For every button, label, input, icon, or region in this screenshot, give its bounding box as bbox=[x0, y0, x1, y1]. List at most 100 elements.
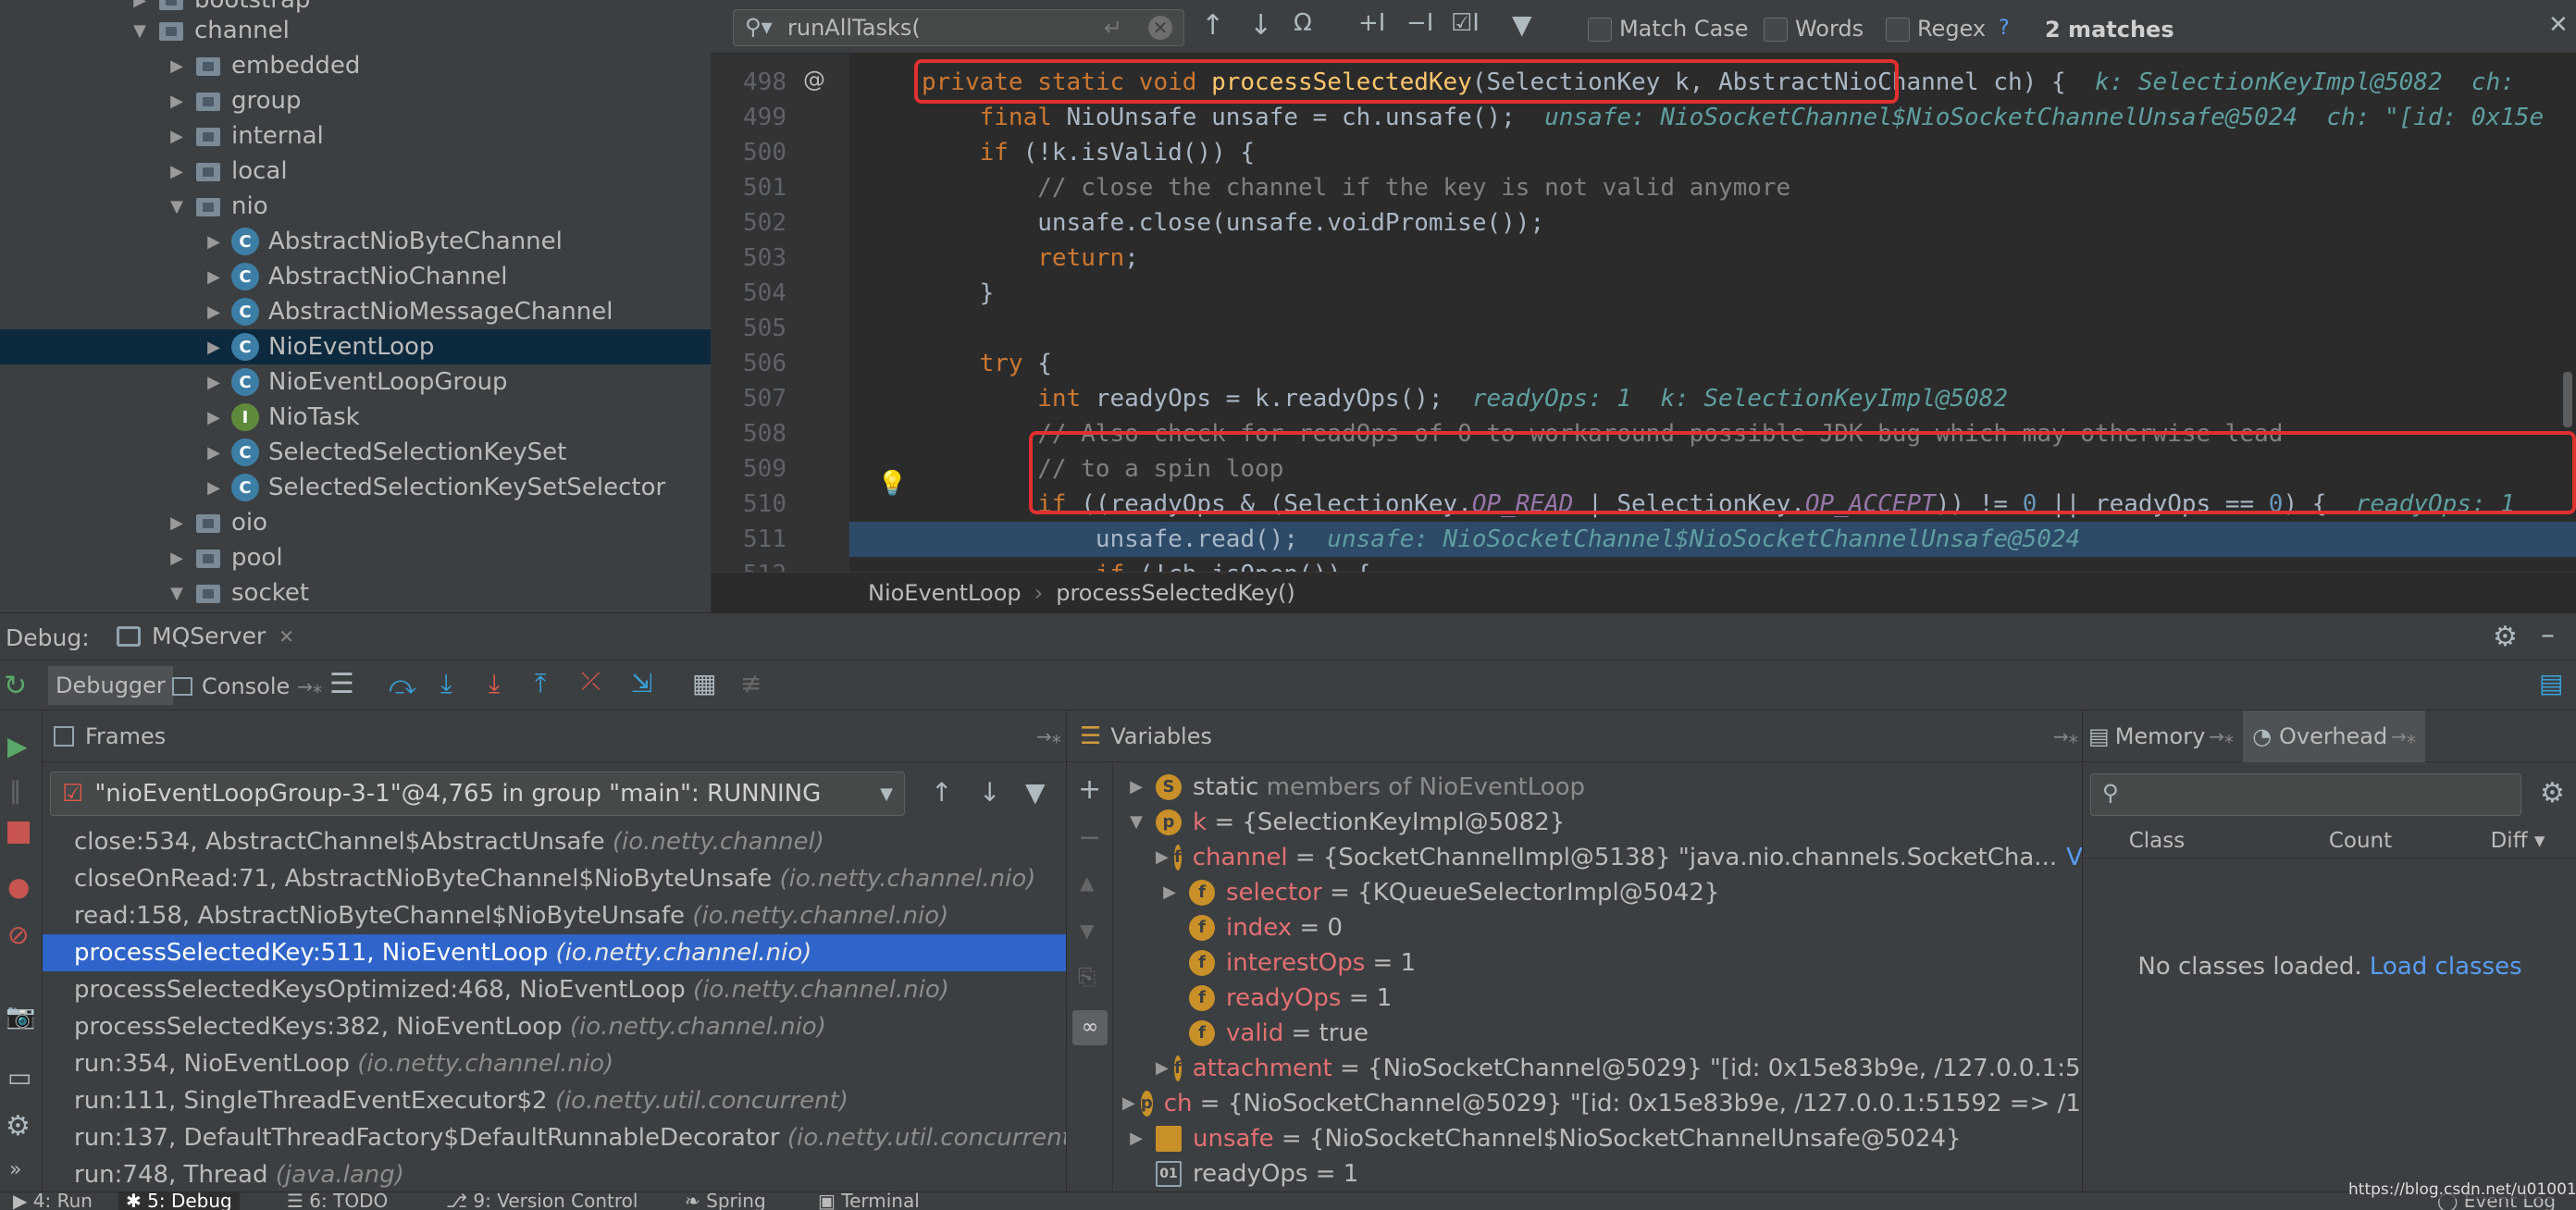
step-into-icon[interactable]: ⤓ bbox=[489, 668, 500, 699]
breadcrumb-method[interactable]: processSelectedKey() bbox=[1056, 580, 1295, 606]
evaluate-expression-icon[interactable]: ▦ bbox=[692, 668, 716, 698]
variable-row-valid[interactable]: f valid = true bbox=[1156, 1016, 2083, 1051]
run-to-cursor-icon[interactable]: ⇲ bbox=[631, 668, 652, 698]
frame-row[interactable]: run:137, DefaultThreadFactory$DefaultRun… bbox=[43, 1119, 1081, 1156]
settings-gear-icon[interactable]: ⚙ bbox=[2493, 621, 2518, 653]
code-editor[interactable]: ⚲▾ runAllTasks( ↵ ✕ ↑ ↓ Ω +I −I ☑I ▼ Mat… bbox=[711, 0, 2576, 612]
remove-watch-icon[interactable]: − bbox=[1078, 821, 1101, 854]
frame-row[interactable]: read:158, AbstractNioByteChannel$NioByte… bbox=[43, 897, 1066, 934]
show-watches-icon[interactable]: ∞ bbox=[1072, 1010, 1108, 1045]
chevron-right-icon[interactable]: ▶ bbox=[130, 0, 150, 10]
chevron-right-icon[interactable]: ▶ bbox=[204, 338, 224, 357]
spring-tab[interactable]: ❧ Spring bbox=[685, 1192, 766, 1210]
step-out-icon[interactable]: ⤫ bbox=[581, 668, 601, 697]
frame-row[interactable]: run:111, SingleThreadEventExecutor$2 (io… bbox=[43, 1082, 1066, 1119]
tree-item-channel[interactable]: ▼ channel bbox=[0, 13, 290, 48]
chevron-down-icon[interactable]: ▼ bbox=[1122, 805, 1150, 840]
variable-row-readyops[interactable]: f readyOps = 1 bbox=[1156, 981, 2083, 1016]
tree-item-group[interactable]: ▶ group bbox=[0, 83, 301, 118]
show-execution-point-icon[interactable]: ⤼ bbox=[389, 670, 416, 701]
chevron-right-icon[interactable]: ▶ bbox=[204, 478, 224, 498]
thread-selector[interactable]: ☑ "nioEventLoopGroup-3-1"@4,765 in group… bbox=[50, 772, 905, 816]
tree-item-pool[interactable]: ▶ pool bbox=[0, 540, 282, 575]
chevron-right-icon[interactable]: ▶ bbox=[167, 56, 187, 76]
tree-item-selectedselectionkeysetselector[interactable]: ▶ C SelectedSelectionKeySetSelector bbox=[0, 470, 665, 505]
tree-item-socket[interactable]: ▼ socket bbox=[0, 575, 309, 611]
chevron-right-icon[interactable]: ▶ bbox=[167, 549, 187, 568]
chevron-right-icon[interactable]: ▶ bbox=[1122, 1121, 1150, 1156]
tree-item-local[interactable]: ▶ local bbox=[0, 154, 288, 189]
pause-icon[interactable]: ‖ bbox=[9, 777, 21, 805]
chevron-right-icon[interactable]: ▶ bbox=[167, 127, 187, 146]
variable-row-static[interactable]: ▶ Sstatic members of NioEventLoop bbox=[1122, 770, 2083, 805]
editor-scrollbar[interactable] bbox=[2563, 372, 2572, 427]
variable-row-ch[interactable]: ▶ p ch = {NioSocketChannel@5029} "[id: 0x1… bbox=[1122, 1086, 2165, 1121]
chevron-right-icon[interactable]: ▶ bbox=[204, 267, 224, 287]
chevron-right-icon[interactable]: ▶ bbox=[204, 408, 224, 427]
tree-item-nioeventloopgroup[interactable]: ▶ C NioEventLoopGroup bbox=[0, 364, 508, 400]
variable-row-channel[interactable]: ▶ f channel = {SocketChannelImpl@5138} "ja… bbox=[1156, 840, 2124, 875]
frame-row[interactable]: closeOnRead:71, AbstractNioByteChannel$N… bbox=[43, 860, 1066, 897]
minimize-icon[interactable]: – bbox=[2541, 619, 2555, 651]
chevron-right-icon[interactable]: ▶ bbox=[1156, 1051, 1169, 1086]
col-class[interactable]: Class bbox=[2111, 829, 2203, 853]
mute-breakpoints-icon[interactable]: ⊘ bbox=[7, 920, 29, 950]
todo-tab[interactable]: ☰ 6: TODO bbox=[287, 1192, 388, 1210]
terminal-tab[interactable]: ▣ Terminal bbox=[818, 1192, 920, 1210]
move-down-icon[interactable]: ▼ bbox=[1080, 920, 1094, 942]
stop-icon[interactable] bbox=[7, 821, 30, 844]
frame-row[interactable]: run:748, Thread (java.lang) bbox=[43, 1156, 1066, 1193]
frame-up-icon[interactable]: ↑ bbox=[931, 777, 952, 808]
load-classes-link[interactable]: Load classes bbox=[2370, 953, 2522, 981]
chevron-right-icon[interactable]: ▶ bbox=[167, 513, 187, 533]
tree-item-nioeventloop[interactable]: ▶ C NioEventLoop bbox=[0, 329, 711, 364]
pin-icon[interactable]: →⁎ bbox=[297, 675, 322, 698]
chevron-right-icon[interactable]: ▶ bbox=[1156, 875, 1183, 910]
chevron-right-icon[interactable]: ▶ bbox=[204, 443, 224, 463]
frames-filter-icon[interactable]: ▼ bbox=[1025, 777, 1046, 808]
variable-row-interestops[interactable]: f interestOps = 1 bbox=[1156, 945, 2083, 981]
force-step-into-icon[interactable]: ⤒ bbox=[535, 668, 546, 699]
code-line-502[interactable]: 502 unsafe.close(unsafe.voidPromise()); bbox=[711, 205, 2576, 241]
variable-row-selector[interactable]: ▶ f selector = {KQueueSelectorImpl@5042} bbox=[1156, 875, 2083, 910]
tree-item-abstractniomessagechannel[interactable]: ▶ C AbstractNioMessageChannel bbox=[0, 294, 613, 329]
trace-icon[interactable]: ≢ bbox=[740, 668, 762, 698]
debugger-tab[interactable]: Debugger bbox=[48, 666, 173, 705]
overhead-tab[interactable]: ◔ Overhead →⁎ bbox=[2243, 710, 2426, 762]
tree-item-internal[interactable]: ▶ internal bbox=[0, 118, 324, 154]
variable-row-k[interactable]: ▼ p k = {SelectionKeyImpl@5082} bbox=[1122, 805, 2083, 840]
variables-pin-icon[interactable]: →⁎ bbox=[2053, 725, 2078, 747]
lightbulb-icon[interactable]: 💡 bbox=[877, 470, 907, 498]
code-line-511[interactable]: 511 unsafe.read(); unsafe: NioSocketChan… bbox=[743, 522, 2576, 557]
variable-row-readyops[interactable]: 01 readyOps = 1 bbox=[1122, 1156, 2083, 1191]
memory-tab[interactable]: ▤ Memory →⁎ bbox=[2088, 723, 2234, 749]
chevron-down-icon[interactable]: ▼ bbox=[167, 197, 187, 216]
variable-row-unsafe[interactable]: ▶ unsafe = {NioSocketChannel$NioSocketCha… bbox=[1122, 1121, 2083, 1156]
chevron-right-icon[interactable]: ▶ bbox=[1122, 770, 1150, 805]
chevron-right-icon[interactable]: ▶ bbox=[204, 373, 224, 392]
code-line-501[interactable]: 501 // close the channel if the key is n… bbox=[711, 170, 2576, 205]
frame-row[interactable]: run:354, NioEventLoop (io.netty.channel.… bbox=[43, 1045, 1066, 1082]
memory-settings-icon[interactable]: ⚙ bbox=[2540, 777, 2565, 809]
tree-item-niotask[interactable]: ▶ I NioTask bbox=[0, 400, 360, 435]
chevron-right-icon[interactable]: ▶ bbox=[204, 232, 224, 252]
variable-row-attachment[interactable]: ▶ f attachment = {NioSocketChannel@5029} "… bbox=[1156, 1051, 2142, 1086]
chevron-right-icon[interactable]: ▶ bbox=[204, 302, 224, 322]
code-line-506[interactable]: 506 try { bbox=[711, 346, 2576, 381]
version-control-tab[interactable]: ⎇ 9: Version Control bbox=[446, 1192, 638, 1210]
tree-item-abstractniobytechannel[interactable]: ▶ C AbstractNioByteChannel bbox=[0, 224, 563, 259]
tree-item-nio[interactable]: ▼ nio bbox=[0, 189, 268, 224]
debug-tab[interactable]: ✱ 5: Debug bbox=[118, 1192, 240, 1210]
frame-row[interactable]: processSelectedKey:511, NioEventLoop (io… bbox=[43, 934, 1066, 971]
code-line-499[interactable]: 499 final NioUnsafe unsafe = ch.unsafe()… bbox=[711, 100, 2576, 135]
chevron-right-icon[interactable]: ▶ bbox=[1122, 1086, 1135, 1121]
code-line-504[interactable]: 504 } bbox=[711, 276, 2576, 311]
col-count[interactable]: Count bbox=[2314, 829, 2407, 853]
restore-layout-icon[interactable]: ▭ bbox=[7, 1062, 31, 1093]
tree-item-selectedselectionkeyset[interactable]: ▶ C SelectedSelectionKeySet bbox=[0, 435, 566, 470]
chevron-right-icon[interactable]: ▶ bbox=[167, 92, 187, 111]
settings-icon[interactable]: ⚙ bbox=[6, 1110, 31, 1142]
copy-icon[interactable]: ⎘ bbox=[1078, 964, 1096, 990]
frame-down-icon[interactable]: ↓ bbox=[979, 777, 1000, 808]
frame-row[interactable]: processSelectedKeys:382, NioEventLoop (i… bbox=[43, 1008, 1066, 1045]
